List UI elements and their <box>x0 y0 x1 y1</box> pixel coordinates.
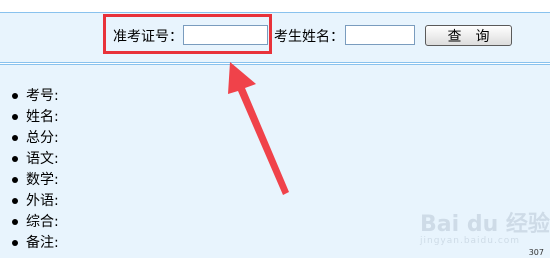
baidu-watermark: Bai du 经验 jingyan.baidu.com <box>420 206 550 246</box>
watermark-text: Bai du 经验 <box>420 212 550 237</box>
corner-text: 307 <box>528 248 544 257</box>
watermark-subtext: jingyan.baidu.com <box>420 236 521 246</box>
